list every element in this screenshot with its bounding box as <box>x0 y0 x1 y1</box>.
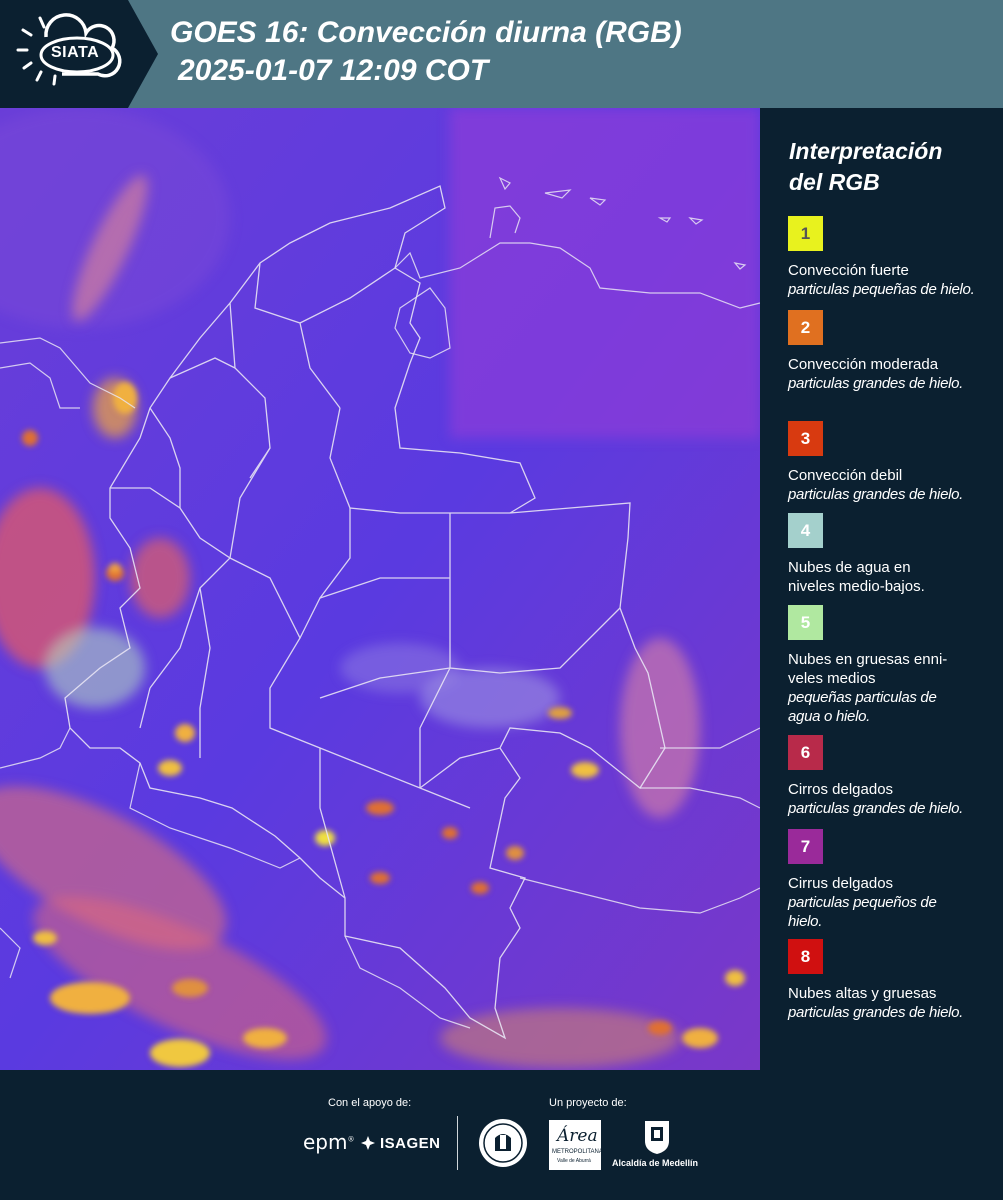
siata-logo-text: SIATA <box>51 44 100 61</box>
legend-swatch-number: 2 <box>800 317 811 337</box>
area-metropolitana-logo: Área METROPOLITANA Valle de Aburrá <box>549 1120 603 1170</box>
area-logo-subtext: Valle de Aburrá <box>557 1158 591 1164</box>
epm-logo: epm® <box>303 1130 355 1154</box>
legend-item-label: Cirros delgados <box>788 781 894 798</box>
legend-item-desc: particulas grandes de hielo. <box>788 1004 964 1021</box>
legend-swatch-number: 5 <box>800 612 811 632</box>
legend-title: Interpretación del RGB <box>789 136 942 198</box>
legend-panel: Interpretación del RGB 1 Convección fuer… <box>760 108 1003 1070</box>
legend-swatch: 4 <box>788 513 823 548</box>
isagen-logo-text: ISAGEN <box>380 1134 441 1152</box>
legend-item-desc: particulas grandes de hielo. <box>788 486 964 503</box>
epm-logo-text: epm <box>303 1130 348 1154</box>
university-seal-icon <box>479 1119 527 1167</box>
isagen-mark-icon <box>361 1136 375 1150</box>
legend-item-label: Cirrus delgados <box>788 875 894 892</box>
support-label: Con el apoyo de: <box>328 1097 412 1109</box>
legend-swatch-number: 1 <box>800 223 811 243</box>
legend-item: 3 Convección debil particulas grandes de… <box>788 421 1000 504</box>
alcaldia-logo-text: Alcaldía de Medellín <box>612 1158 699 1168</box>
isagen-logo: ISAGEN <box>360 1133 441 1153</box>
legend-item-desc: particulas grandes de hielo. <box>788 375 964 392</box>
legend-item: 2 Convección moderada particulas grandes… <box>788 310 1000 393</box>
legend-item: 7 Cirrus delgados particulas pequeños de… <box>788 829 1000 931</box>
legend-swatch: 5 <box>788 605 823 640</box>
legend-swatch: 6 <box>788 735 823 770</box>
legend-item-label: Nubes de agua en niveles medio-bajos. <box>788 559 925 595</box>
legend-title-line1: Interpretación <box>789 138 943 164</box>
legend-item: 4 Nubes de agua en niveles medio-bajos. <box>788 513 1000 596</box>
alcaldia-shield-icon <box>645 1121 669 1154</box>
page-title: GOES 16: Convección diurna (RGB) <box>170 16 682 49</box>
legend-swatch: 2 <box>788 310 823 345</box>
area-logo-script: Área <box>557 1126 598 1146</box>
satellite-image <box>0 108 760 1070</box>
legend-swatch-number: 3 <box>800 428 811 448</box>
legend-item-label: Convección debil <box>788 467 903 484</box>
legend-item-label: Convección fuerte <box>788 262 909 279</box>
legend-item: 8 Nubes altas y gruesas particulas grand… <box>788 939 1000 1022</box>
footer-bar: Con el apoyo de: Un proyecto de: epm® IS… <box>0 1070 1003 1200</box>
legend-swatch-number: 4 <box>800 520 811 540</box>
legend-item: 1 Convección fuerte particulas pequeñas … <box>788 216 1000 299</box>
legend-item-label: Nubes en gruesas enni-veles medios <box>788 651 948 687</box>
legend-item-desc: particulas pequeñas de hielo. <box>788 281 975 298</box>
satellite-map <box>0 108 760 1070</box>
legend-item-label: Nubes altas y gruesas <box>788 985 937 1002</box>
header-bar: SIATA GOES 16: Convección diurna (RGB) 2… <box>0 0 1003 108</box>
legend-item: 5 Nubes en gruesas enni-veles medios peq… <box>788 605 1000 726</box>
legend-item-desc: pequeñas particulas de agua o hielo. <box>788 689 937 725</box>
legend-item: 6 Cirros delgados particulas grandes de … <box>788 735 1000 818</box>
legend-swatch-number: 8 <box>800 946 811 966</box>
legend-swatch: 1 <box>788 216 823 251</box>
project-label: Un proyecto de: <box>549 1097 627 1109</box>
page-timestamp: 2025-01-07 12:09 COT <box>178 54 489 87</box>
legend-swatch-number: 6 <box>800 742 811 762</box>
legend-item-desc: particulas pequeños de hielo. <box>788 894 937 930</box>
area-logo-text: METROPOLITANA <box>552 1149 603 1155</box>
legend-swatch: 8 <box>788 939 823 974</box>
legend-item-label: Convección moderada <box>788 356 939 373</box>
legend-swatch: 3 <box>788 421 823 456</box>
footer-divider <box>457 1116 458 1170</box>
legend-item-desc: particulas grandes de hielo. <box>788 800 964 817</box>
legend-swatch: 7 <box>788 829 823 864</box>
legend-title-line2: del RGB <box>789 169 880 195</box>
siata-logo: SIATA <box>0 0 160 108</box>
legend-swatch-number: 7 <box>800 836 811 856</box>
